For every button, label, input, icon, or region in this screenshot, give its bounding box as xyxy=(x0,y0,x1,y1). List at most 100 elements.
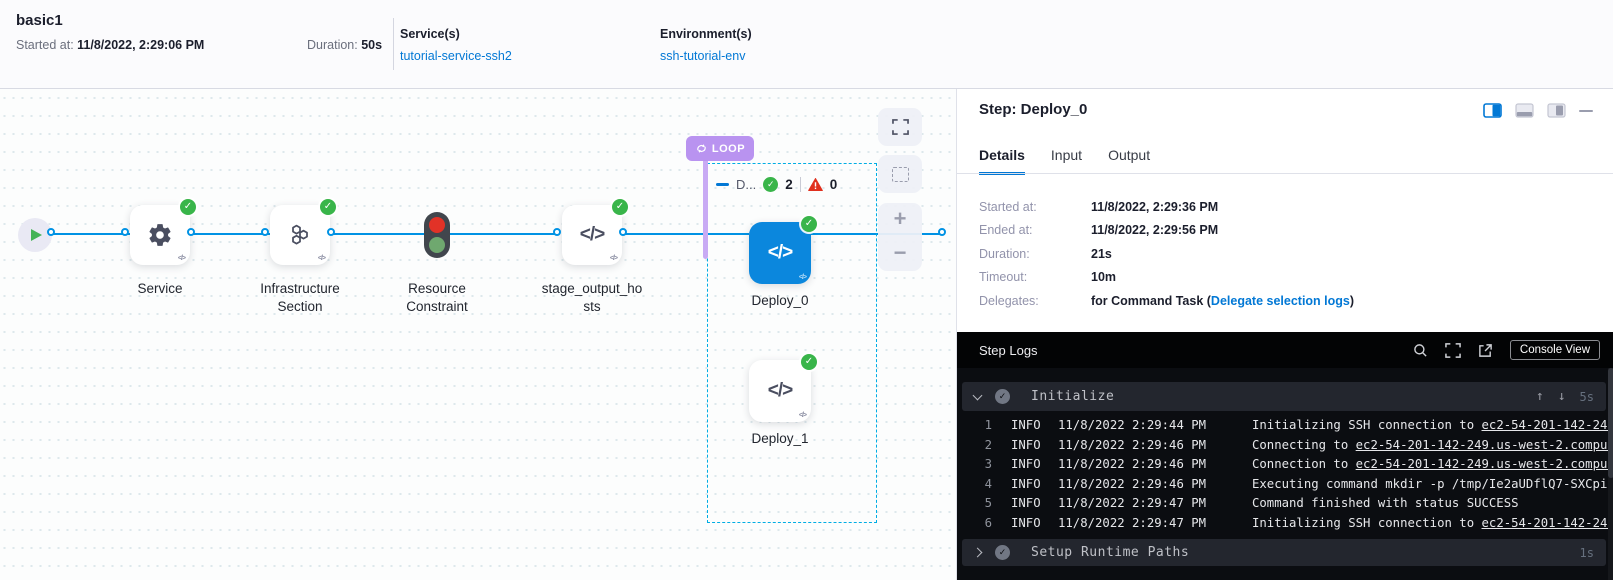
log-scrollbar-thumb[interactable] xyxy=(1608,368,1613,478)
pipeline-canvas[interactable]: </> ✓ Service </> ✓ Infrastructure Secti… xyxy=(0,89,956,580)
node-label: Deploy_0 xyxy=(720,292,840,310)
chevron-right-icon[interactable] xyxy=(973,548,983,558)
connector-dot xyxy=(327,228,335,236)
log-host-link[interactable]: ec2-54-201-142-249.us-west-2.compute. xyxy=(1356,457,1613,471)
node-deploy-1[interactable]: </> </> ✓ xyxy=(749,360,811,422)
log-row: 1 INFO 11/8/2022 2:29:44 PM Initializing… xyxy=(957,416,1613,436)
log-message-text: Connecting to xyxy=(1252,438,1356,452)
start-node[interactable] xyxy=(18,218,52,252)
split-view-toggle-icon[interactable] xyxy=(1483,103,1502,118)
code-icon: </> xyxy=(768,242,792,264)
log-host-link[interactable]: ec2-54-201-142-249.us xyxy=(1482,516,1613,530)
open-in-new-tab-icon[interactable] xyxy=(1478,343,1493,358)
loop-badge-label: LOOP xyxy=(712,143,745,155)
log-line-number: 1 xyxy=(957,416,992,436)
node-infrastructure[interactable]: </> ✓ xyxy=(270,205,330,265)
log-level: INFO xyxy=(1011,475,1045,495)
field-label: Started at: xyxy=(979,200,1091,214)
count-divider xyxy=(800,177,801,192)
section-controls: 1s xyxy=(1580,546,1594,560)
field-value: 10m xyxy=(1091,270,1116,284)
connector-dot xyxy=(553,228,561,236)
log-scrollbar[interactable] xyxy=(1608,368,1613,580)
log-console[interactable]: ✓ Initialize ↑ ↓ 5s 1 INFO 11/8/2022 2:2… xyxy=(957,368,1613,580)
scroll-to-top-icon[interactable]: ↑ xyxy=(1536,389,1544,404)
execution-header: basic1 Started at: 11/8/2022, 2:29:06 PM… xyxy=(0,0,1613,89)
hexagons-icon xyxy=(286,221,314,249)
node-label: stage_output_hosts xyxy=(539,280,645,315)
connector-dot xyxy=(261,228,269,236)
scroll-to-bottom-icon[interactable]: ↓ xyxy=(1558,389,1566,404)
node-deploy-0[interactable]: </> </> ✓ xyxy=(749,222,811,284)
log-timestamp: 11/8/2022 2:29:44 PM xyxy=(1058,416,1208,436)
section-name: Setup Runtime Paths xyxy=(1031,545,1189,560)
log-line-number: 2 xyxy=(957,436,992,456)
zoom-out-button[interactable]: − xyxy=(878,237,922,271)
fit-to-screen-button[interactable] xyxy=(878,108,922,146)
tab-output[interactable]: Output xyxy=(1108,147,1150,175)
field-started-at: Started at: 11/8/2022, 2:29:36 PM xyxy=(979,195,1354,219)
pipeline-execution-view: basic1 Started at: 11/8/2022, 2:29:06 PM… xyxy=(0,0,1613,580)
log-section-setup-runtime-paths[interactable]: ✓ Setup Runtime Paths 1s xyxy=(962,539,1606,566)
section-controls: ↑ ↓ 5s xyxy=(1536,389,1594,404)
duration-label: Duration: xyxy=(307,38,361,52)
fullscreen-corners-icon xyxy=(892,119,909,135)
tab-details[interactable]: Details xyxy=(979,147,1025,175)
marquee-select-button[interactable] xyxy=(878,155,922,193)
log-message-text: Executing command mkdir -p /tmp/Ie2aUDfl… xyxy=(1252,477,1613,491)
section-duration: 1s xyxy=(1580,546,1594,560)
bottom-view-toggle-icon[interactable] xyxy=(1515,103,1534,118)
section-duration: 5s xyxy=(1580,390,1594,404)
loop-header: D... ✓ 2 0 xyxy=(716,175,837,193)
right-view-toggle-icon[interactable] xyxy=(1547,103,1566,118)
log-line-number: 5 xyxy=(957,494,992,514)
service-link[interactable]: tutorial-service-ssh2 xyxy=(400,49,512,63)
collapse-loop-button[interactable] xyxy=(716,183,729,186)
success-badge-icon: ✓ xyxy=(801,354,817,370)
services-label: Service(s) xyxy=(400,27,512,41)
node-label: Infrastructure Section xyxy=(240,280,360,315)
node-label: Service xyxy=(100,280,220,298)
minimize-panel-icon[interactable] xyxy=(1579,109,1593,113)
success-count: 2 xyxy=(785,177,793,192)
log-host-link[interactable]: ec2-54-201-142-249.us xyxy=(1482,418,1613,432)
field-value: 11/8/2022, 2:29:36 PM xyxy=(1091,200,1218,214)
chevron-down-icon[interactable] xyxy=(973,390,983,400)
panel-tabs: Details Input Output xyxy=(979,147,1150,175)
log-timestamp: 11/8/2022 2:29:47 PM xyxy=(1058,494,1208,514)
code-icon: </> xyxy=(768,380,792,402)
marquee-icon xyxy=(892,167,909,182)
tab-input[interactable]: Input xyxy=(1051,147,1082,175)
console-view-button[interactable]: Console View xyxy=(1510,340,1600,360)
log-section-initialize[interactable]: ✓ Initialize ↑ ↓ 5s xyxy=(962,382,1606,411)
step-type-icon: </> xyxy=(318,255,325,262)
connector-dot xyxy=(938,228,946,236)
environment-link[interactable]: ssh-tutorial-env xyxy=(660,49,745,63)
step-logs-header: Step Logs Console View xyxy=(957,332,1613,368)
node-resource-constraint[interactable] xyxy=(424,212,450,258)
zoom-in-button[interactable]: + xyxy=(878,203,922,237)
zoom-controls: + − xyxy=(878,203,922,271)
node-stage-output-hosts[interactable]: </> </> ✓ xyxy=(562,205,622,265)
field-duration: Duration: 21s xyxy=(979,242,1354,266)
section-check-icon: ✓ xyxy=(995,389,1010,404)
step-type-icon: </> xyxy=(799,412,806,419)
log-row: 3 INFO 11/8/2022 2:29:46 PM Connection t… xyxy=(957,455,1613,475)
expand-logs-icon[interactable] xyxy=(1445,343,1461,358)
log-timestamp: 11/8/2022 2:29:46 PM xyxy=(1058,436,1208,456)
tabs-divider xyxy=(957,173,1613,174)
connector-dot xyxy=(619,228,627,236)
step-details-panel: Step: Deploy_0 Details Input Output Star… xyxy=(956,89,1613,580)
panel-title: Step: Deploy_0 xyxy=(979,101,1087,118)
log-timestamp: 11/8/2022 2:29:46 PM xyxy=(1058,475,1208,495)
started-at-value: 11/8/2022, 2:29:06 PM xyxy=(77,38,204,52)
log-timestamp: 11/8/2022 2:29:46 PM xyxy=(1058,455,1208,475)
search-icon[interactable] xyxy=(1413,343,1428,358)
log-row: 6 INFO 11/8/2022 2:29:47 PM Initializing… xyxy=(957,514,1613,534)
node-service[interactable]: </> ✓ xyxy=(130,205,190,265)
delegate-selection-logs-link[interactable]: Delegate selection logs xyxy=(1211,294,1350,308)
log-host-link[interactable]: ec2-54-201-142-249.us-west-2.compute. xyxy=(1356,438,1613,452)
failure-count: 0 xyxy=(830,177,838,192)
detail-fields: Started at: 11/8/2022, 2:29:36 PM Ended … xyxy=(979,195,1354,313)
started-at-label: Started at: xyxy=(16,38,77,52)
